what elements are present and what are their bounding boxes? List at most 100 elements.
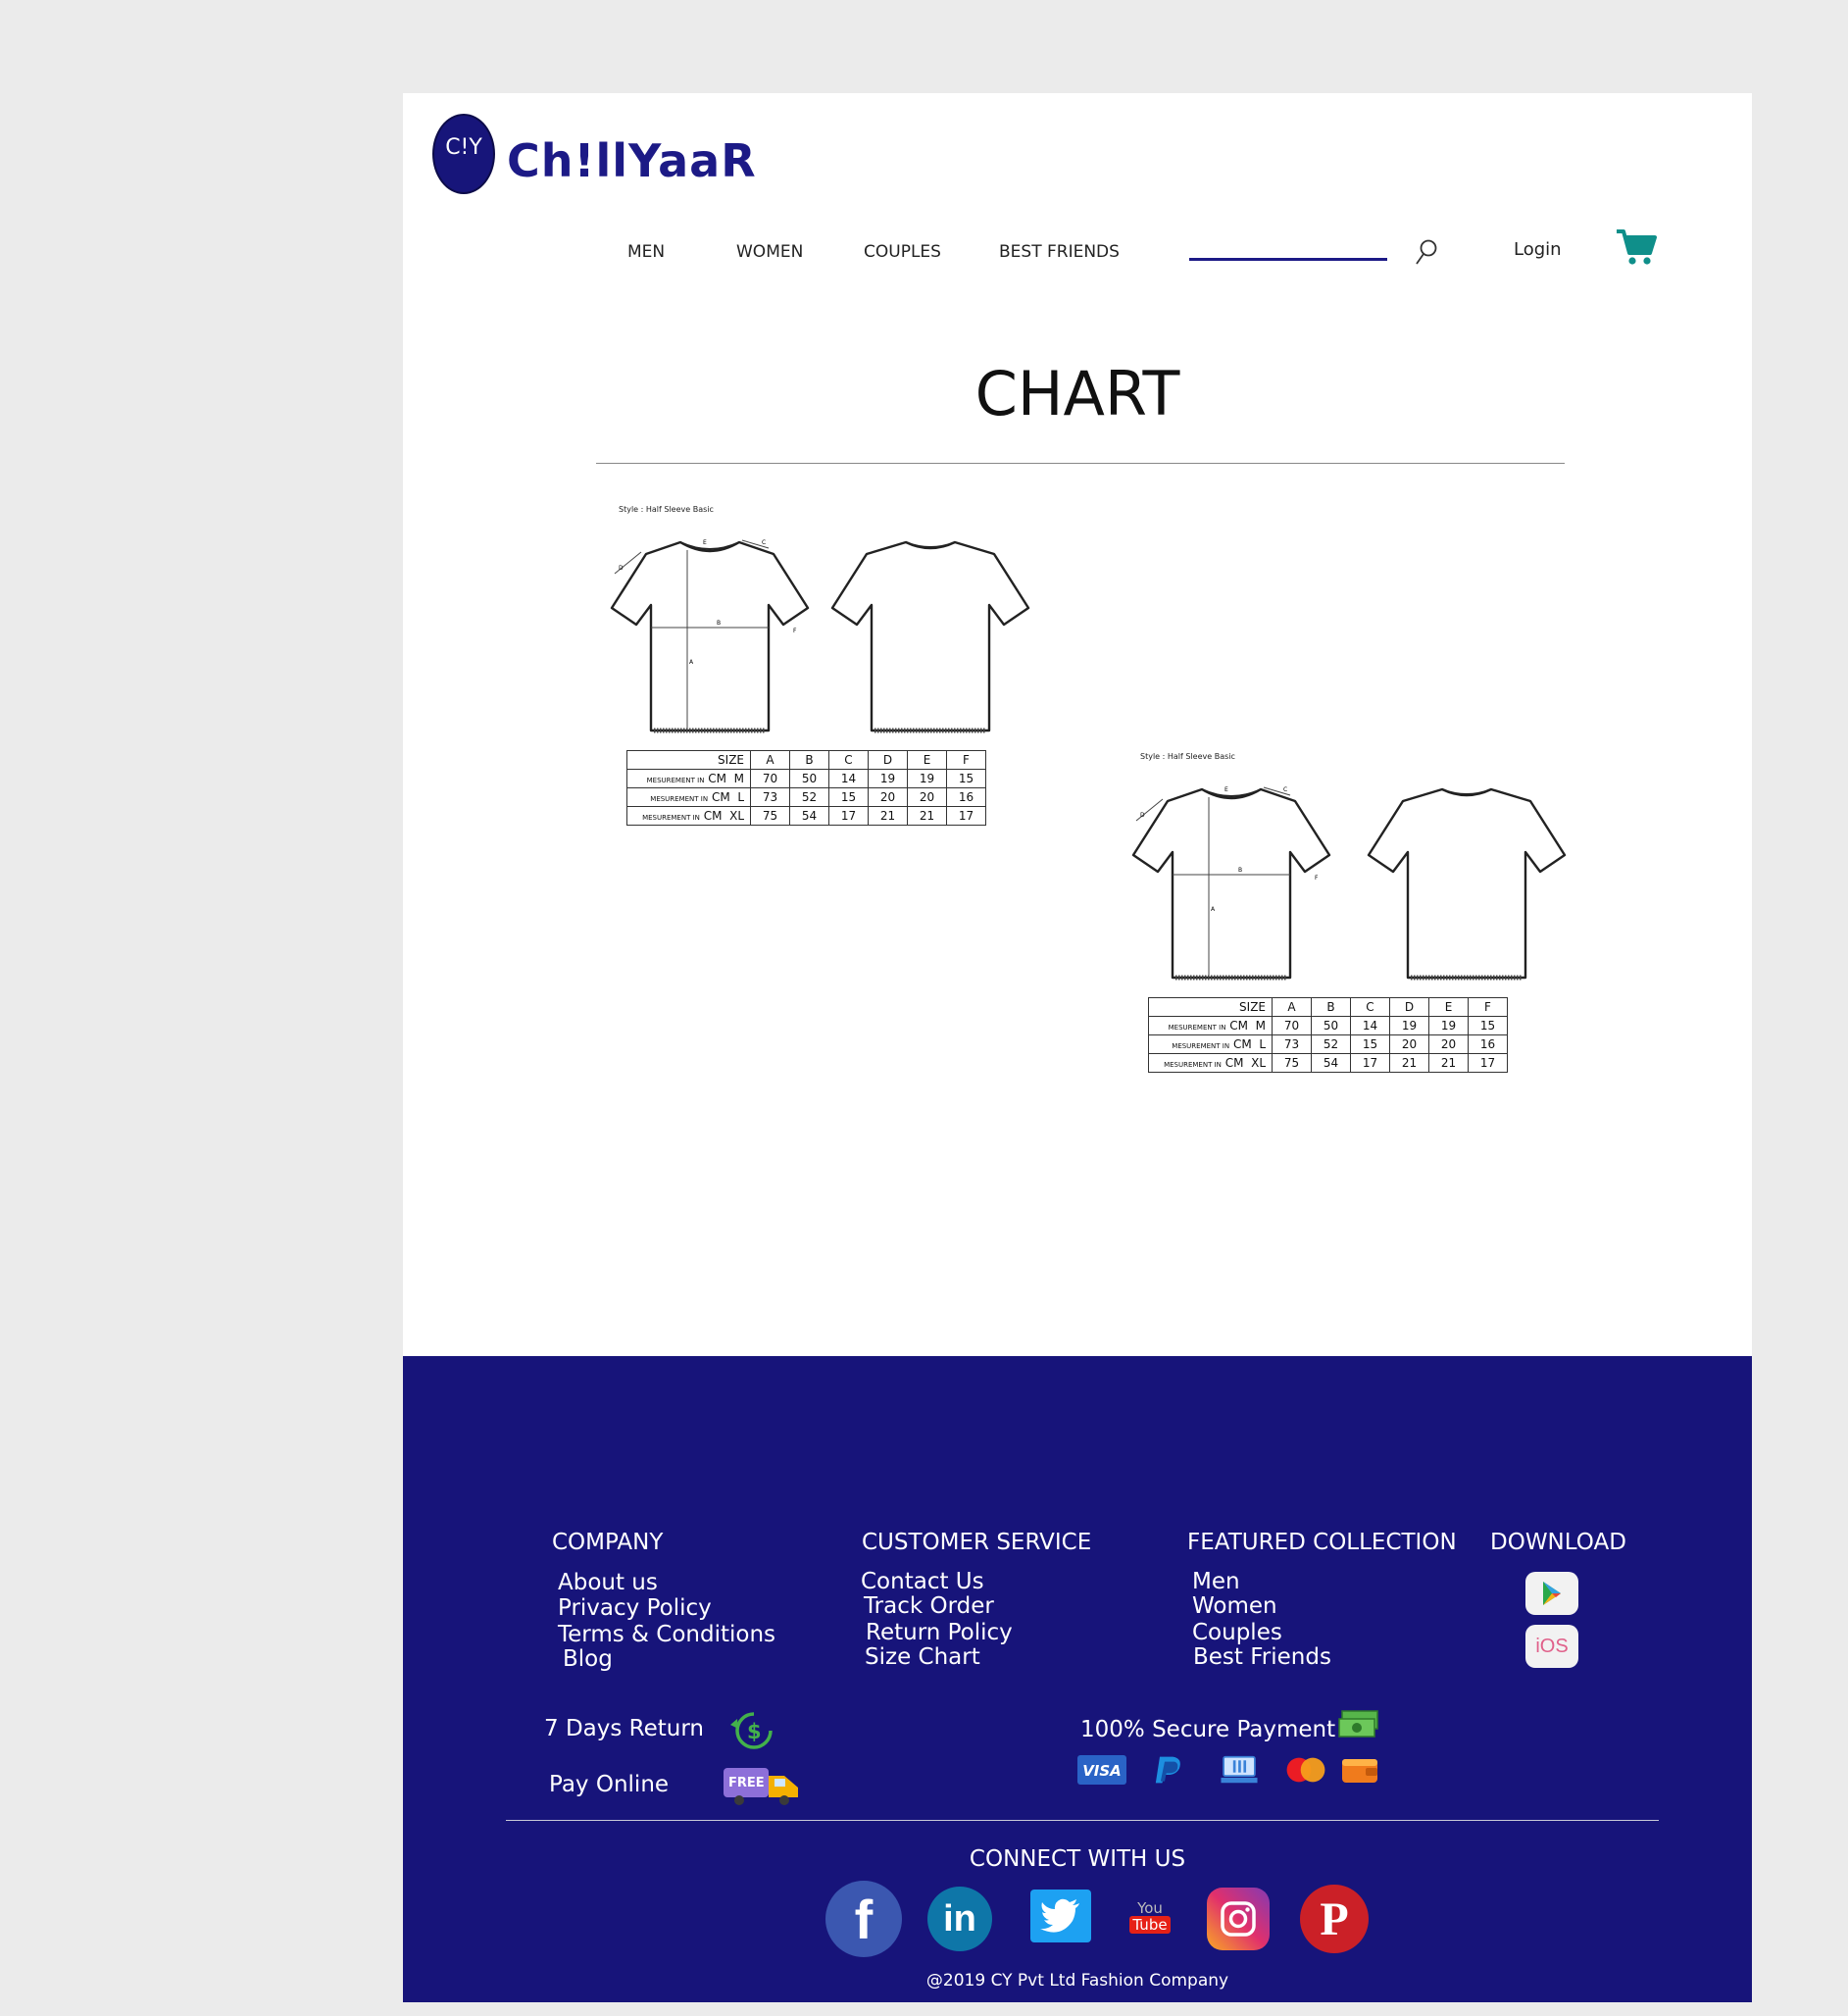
cart-icon[interactable] [1615,227,1658,267]
nav-couples[interactable]: COUPLES [864,242,941,262]
page-title: CHART [974,358,1180,429]
track-order-link[interactable]: Track Order [864,1593,994,1619]
size-table: SIZE A B C D E F MESUREMENT IN CM M 70 5… [626,750,986,826]
col-header-c: C [1350,997,1390,1017]
secure-payment-label: 100% Secure Payment [1080,1717,1336,1742]
facebook-icon: f [854,1888,874,1950]
table-row: MESUREMENT IN CM M 70 50 14 19 19 15 [626,769,986,788]
pinterest-link[interactable]: P [1300,1885,1369,1953]
measure-label-e: E [703,539,707,546]
youtube-link[interactable]: You Tube [1126,1893,1174,1940]
col-header-e: E [907,750,947,770]
nav-women[interactable]: WOMEN [736,242,803,262]
instagram-link[interactable] [1207,1888,1270,1950]
measure-label-c: C [762,539,766,546]
col-header-b: B [789,750,829,770]
col-header-d: D [1389,997,1429,1017]
mastercard-icon [1286,1757,1325,1783]
footer-divider [506,1820,1659,1821]
ios-app-badge[interactable]: iOS [1525,1625,1578,1668]
twitter-link[interactable] [1030,1890,1091,1942]
ios-label: iOS [1535,1635,1569,1657]
tshirt-back-diagram [830,540,1030,733]
pay-online-label: Pay Online [549,1772,670,1797]
row-label: MESUREMENT IN CM L [626,787,751,807]
company-heading: COMPANY [552,1530,664,1555]
size-chart-1: Style : Half Sleeve Basic E C D B F A SI… [607,505,1030,838]
connect-heading: CONNECT WITH US [969,1846,1186,1872]
measure-label-d: D [619,565,624,572]
featured-heading: FEATURED COLLECTION [1187,1530,1457,1555]
logo-mark-text: C!Y [445,134,482,160]
title-divider [596,463,1565,464]
terms-link[interactable]: Terms & Conditions [558,1622,775,1647]
row-label: MESUREMENT IN CM M [1148,1016,1273,1035]
blog-link[interactable]: Blog [563,1646,613,1672]
measure-label-b: B [1238,867,1242,874]
footer: COMPANY About us Privacy Policy Terms & … [403,1356,1752,2002]
measure-label-d: D [1140,812,1145,819]
size-header: SIZE [626,750,751,770]
col-header-c: C [828,750,869,770]
linkedin-link[interactable]: in [927,1887,992,1951]
logo-text[interactable]: Ch!llYaaR [507,134,757,187]
facebook-link[interactable]: f [825,1881,902,1957]
visa-label: VISA [1082,1762,1122,1780]
page: C!Y Ch!llYaaR MEN WOMEN COUPLES BEST FRI… [403,93,1752,2002]
measure-label-c: C [1283,786,1287,793]
download-heading: DOWNLOAD [1490,1530,1626,1555]
free-delivery-truck-icon: FREE [724,1768,798,1805]
free-label: FREE [728,1776,765,1790]
return-money-icon: $ [730,1712,773,1749]
svg-text:$: $ [747,1720,762,1743]
search-input[interactable] [1189,258,1387,261]
measure-label-b: B [717,620,721,627]
measure-label-e: E [1224,786,1228,793]
size-table: SIZE A B C D E F MESUREMENT IN CM M 70 5… [1148,997,1508,1073]
instagram-icon [1221,1901,1256,1937]
login-link[interactable]: Login [1514,239,1562,260]
net-banking-icon [1221,1755,1258,1784]
size-chart-link[interactable]: Size Chart [865,1644,980,1670]
nav-men[interactable]: MEN [627,242,665,262]
row-label: MESUREMENT IN CM XL [626,806,751,826]
copyright: @2019 CY Pvt Ltd Fashion Company [925,1971,1229,1991]
privacy-policy-link[interactable]: Privacy Policy [558,1595,712,1621]
measure-label-f: F [1315,875,1319,882]
table-row: MESUREMENT IN CM L 73 52 15 20 20 16 [626,787,986,807]
table-row: MESUREMENT IN CM M 70 50 14 19 19 15 [1148,1016,1508,1035]
google-play-badge[interactable] [1525,1572,1578,1615]
twitter-icon [1040,1898,1079,1933]
men-link[interactable]: Men [1192,1569,1240,1594]
row-label: MESUREMENT IN CM M [626,769,751,788]
returns-label: 7 Days Return [544,1716,704,1741]
col-header-f: F [946,750,986,770]
youtube-tube-label: Tube [1129,1916,1171,1934]
col-header-b: B [1311,997,1351,1017]
play-store-icon [1543,1582,1561,1605]
nav-best-friends[interactable]: BEST FRIENDS [999,242,1120,262]
tshirt-back-diagram [1367,787,1567,981]
col-header-f: F [1468,997,1508,1017]
women-link[interactable]: Women [1192,1593,1277,1619]
table-row: MESUREMENT IN CM L 73 52 15 20 20 16 [1148,1034,1508,1054]
pinterest-icon: P [1320,1892,1349,1945]
return-policy-link[interactable]: Return Policy [866,1620,1013,1645]
col-header-a: A [750,750,790,770]
size-header: SIZE [1148,997,1273,1017]
tshirt-front-diagram: E C D B F A [1131,786,1331,981]
style-note: Style : Half Sleeve Basic [1140,752,1235,761]
row-label: MESUREMENT IN CM L [1148,1034,1273,1054]
about-us-link[interactable]: About us [558,1570,658,1595]
paypal-icon [1155,1756,1180,1784]
measure-label-f: F [793,628,797,634]
cash-icon [1338,1710,1378,1738]
wallet-icon [1342,1759,1377,1783]
best-friends-link[interactable]: Best Friends [1193,1644,1331,1670]
logo-mark[interactable]: C!Y [432,114,495,194]
style-note: Style : Half Sleeve Basic [619,505,714,514]
contact-us-link[interactable]: Contact Us [861,1569,984,1594]
couples-link[interactable]: Couples [1192,1620,1282,1645]
search-icon[interactable] [1414,237,1439,267]
table-row: MESUREMENT IN CM XL 75 54 17 21 21 17 [1148,1053,1508,1073]
